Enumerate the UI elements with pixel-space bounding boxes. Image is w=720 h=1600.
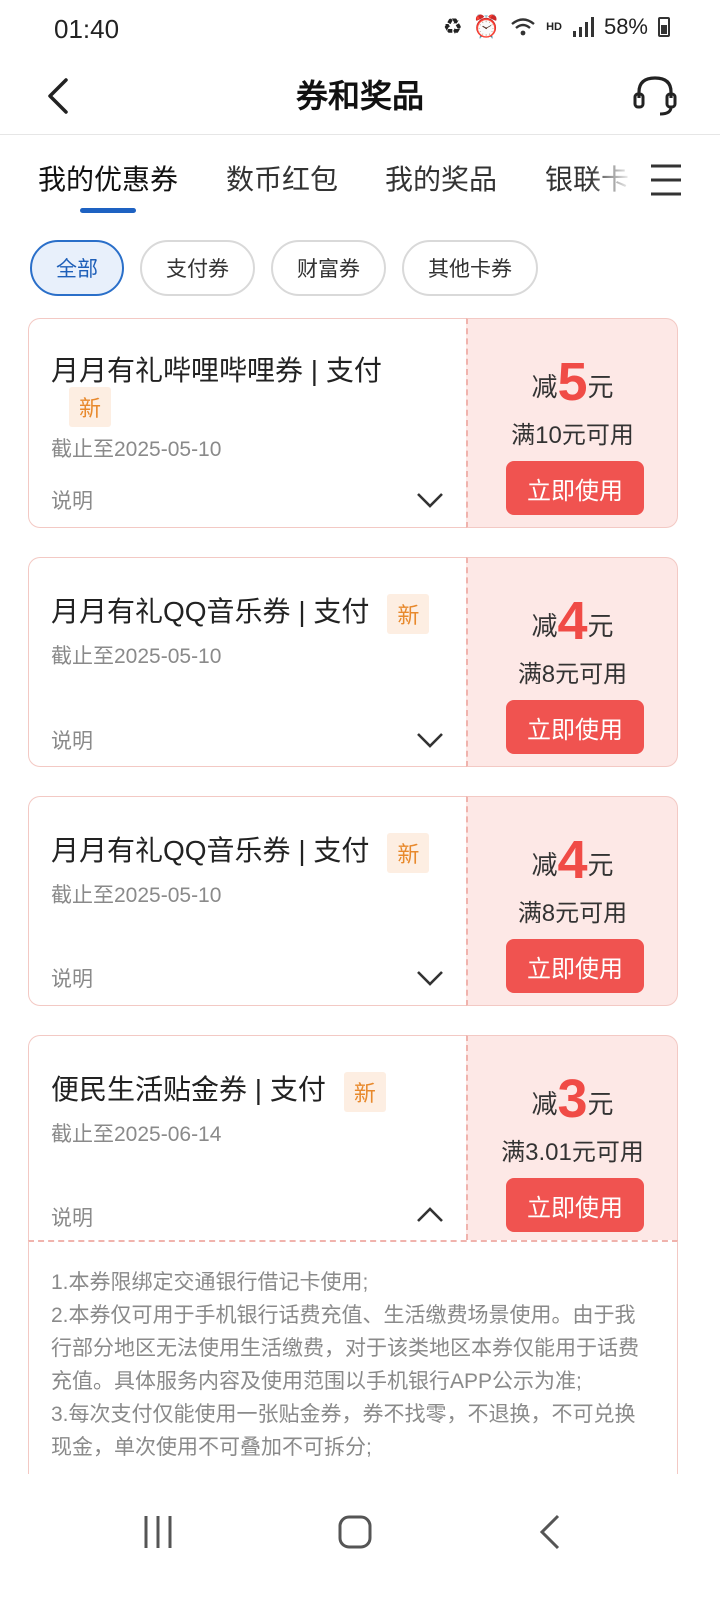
recycle-icon: ♻ xyxy=(442,14,463,39)
wifi-icon xyxy=(511,18,535,36)
home-icon[interactable] xyxy=(325,1502,385,1562)
customer-service-button[interactable] xyxy=(630,70,680,120)
battery-level: 58% xyxy=(603,14,648,39)
tabs-menu-button[interactable] xyxy=(646,160,686,200)
chevron-down-icon[interactable] xyxy=(415,485,445,515)
chevron-down-icon[interactable] xyxy=(415,725,445,755)
coupon-card: 月月有礼QQ音乐券 | 支付新 截止至2025-05-10 说明 减4元 满8元… xyxy=(28,796,678,1006)
coupon-value-panel: 减3元 满3.01元可用 立即使用 xyxy=(466,1035,678,1240)
tab-my-prizes[interactable]: 我的奖品 xyxy=(385,158,497,198)
coupon-value-panel: 减4元 满8元可用 立即使用 xyxy=(466,557,678,767)
chevron-down-icon[interactable] xyxy=(415,963,445,993)
use-now-button[interactable]: 立即使用 xyxy=(506,461,644,515)
coupon-expiry: 截止至2025-05-10 xyxy=(51,438,222,461)
coupon-card: 月月有礼哔哩哔哩券 | 支付 新 截止至2025-05-10 说明 减5元 满1… xyxy=(28,318,678,528)
network-label: HD xyxy=(546,21,562,33)
new-badge: 新 xyxy=(387,593,430,634)
amount-number: 4 xyxy=(557,830,588,890)
discount-amount: 减4元 xyxy=(468,590,677,652)
use-now-button[interactable]: 立即使用 xyxy=(506,1178,644,1232)
recent-apps-icon[interactable] xyxy=(128,1502,188,1562)
new-badge: 新 xyxy=(343,1071,386,1112)
tab-bar: 我的优惠券 数币红包 我的奖品 银联卡 xyxy=(0,150,720,220)
page-title: 券和奖品 xyxy=(295,78,424,114)
coupon-expiry: 截止至2025-05-10 xyxy=(51,884,222,907)
description-line: 3.每次支付仅能使用一张贴金券，券不找零，不退换，不可兑换现金，单次使用不可叠加… xyxy=(51,1403,636,1459)
coupon-title: 月月有礼QQ音乐券 | 支付 xyxy=(51,596,370,627)
amount-suffix: 元 xyxy=(587,611,614,641)
amount-suffix: 元 xyxy=(587,372,614,402)
use-now-button[interactable]: 立即使用 xyxy=(506,939,644,993)
description-label[interactable]: 说明 xyxy=(51,485,93,515)
amount-suffix: 元 xyxy=(587,1089,614,1119)
coupon-title-row: 月月有礼QQ音乐券 | 支付新 xyxy=(51,590,430,634)
coupon-expiry: 截止至2025-06-14 xyxy=(51,1123,222,1146)
coupon-expiry: 截止至2025-05-10 xyxy=(51,645,222,668)
discount-amount: 减4元 xyxy=(468,829,677,891)
battery-icon xyxy=(658,17,670,37)
coupon-info: 月月有礼QQ音乐券 | 支付新 截止至2025-05-10 说明 xyxy=(28,557,466,767)
status-time: 01:40 xyxy=(54,14,120,44)
filter-wealth[interactable]: 财富券 xyxy=(271,240,386,296)
chevron-up-icon[interactable] xyxy=(415,1200,445,1230)
coupon-title: 月月有礼QQ音乐券 | 支付 xyxy=(51,835,370,866)
headset-icon xyxy=(633,76,677,116)
discount-amount: 减5元 xyxy=(468,351,677,413)
coupon-info: 便民生活贴金券 | 支付新 截止至2025-06-14 说明 xyxy=(28,1035,466,1240)
usage-condition: 满8元可用 xyxy=(517,661,628,688)
coupon-title-row: 便民生活贴金券 | 支付新 xyxy=(51,1068,386,1112)
filter-all[interactable]: 全部 xyxy=(30,240,124,296)
filter-payment[interactable]: 支付券 xyxy=(140,240,255,296)
coupon-card: 便民生活贴金券 | 支付新 截止至2025-06-14 说明 减3元 满3.01… xyxy=(28,1035,678,1240)
back-icon[interactable] xyxy=(522,1502,582,1562)
amount-number: 3 xyxy=(557,1069,588,1129)
amount-number: 5 xyxy=(557,352,588,412)
back-button[interactable] xyxy=(36,72,84,120)
use-now-button[interactable]: 立即使用 xyxy=(506,700,644,754)
coupon-card: 月月有礼QQ音乐券 | 支付新 截止至2025-05-10 说明 减4元 满8元… xyxy=(28,557,678,767)
discount-amount: 减3元 xyxy=(468,1068,677,1130)
usage-condition: 满3.01元可用 xyxy=(501,1139,644,1166)
new-badge: 新 xyxy=(387,832,430,873)
description-label[interactable]: 说明 xyxy=(51,725,93,755)
usage-condition: 满8元可用 xyxy=(517,900,628,927)
coupon-title-row: 月月有礼QQ音乐券 | 支付新 xyxy=(51,829,430,873)
amount-prefix: 减 xyxy=(531,611,558,641)
amount-suffix: 元 xyxy=(587,850,614,880)
coupon-value-panel: 减5元 满10元可用 立即使用 xyxy=(466,318,678,528)
chevron-left-icon xyxy=(48,78,68,114)
tab-active-indicator xyxy=(80,208,136,213)
description-line: 1.本券限绑定交通银行借记卡使用; xyxy=(51,1271,369,1294)
amount-prefix: 减 xyxy=(531,1089,558,1119)
tab-fade xyxy=(590,150,650,210)
menu-icon xyxy=(651,164,681,196)
description-line: 2.本券仅可用于手机银行话费充值、生活缴费场景使用。由于我行部分地区无法使用生活… xyxy=(51,1304,639,1393)
description-label[interactable]: 说明 xyxy=(51,1202,93,1232)
amount-prefix: 减 xyxy=(531,372,558,402)
filter-chips: 全部 支付券 财富券 其他卡券 xyxy=(30,240,538,298)
coupon-info: 月月有礼QQ音乐券 | 支付新 截止至2025-05-10 说明 xyxy=(28,796,466,1006)
tab-my-coupons[interactable]: 我的优惠券 xyxy=(38,158,178,198)
coupon-description-panel: 1.本券限绑定交通银行借记卡使用; 2.本券仅可用于手机银行话费充值、生活缴费场… xyxy=(28,1240,678,1474)
new-badge: 新 xyxy=(69,387,112,427)
usage-condition: 满10元可用 xyxy=(511,422,634,449)
amount-number: 4 xyxy=(557,591,588,651)
tab-digital-red-packets[interactable]: 数币红包 xyxy=(226,158,338,198)
alarm-icon: ⏰ xyxy=(472,14,501,39)
signal-icon xyxy=(572,17,594,37)
coupon-value-panel: 减4元 满8元可用 立即使用 xyxy=(466,796,678,1006)
coupon-title: 便民生活贴金券 | 支付 xyxy=(51,1074,326,1105)
status-bar: 01:40 ♻ ⏰ HD 58% xyxy=(0,0,720,60)
coupon-info: 月月有礼哔哩哔哩券 | 支付 新 截止至2025-05-10 说明 xyxy=(28,318,466,528)
description-label[interactable]: 说明 xyxy=(51,963,93,993)
system-nav-bar xyxy=(0,1474,720,1600)
coupon-title: 月月有礼哔哩哔哩券 | 支付 xyxy=(51,355,382,386)
app-header: 券和奖品 xyxy=(0,60,720,135)
filter-other-cards[interactable]: 其他卡券 xyxy=(402,240,538,296)
status-icons: ♻ ⏰ HD 58% xyxy=(443,14,670,40)
amount-prefix: 减 xyxy=(531,850,558,880)
